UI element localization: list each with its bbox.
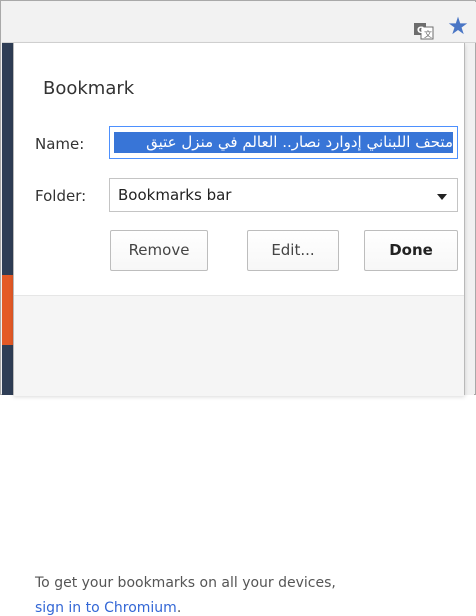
bookmark-editor: Bookmark Name: متحف اللبناني إدوارد نصار… [14, 43, 464, 295]
name-label: Name: [35, 135, 85, 153]
browser-toolbar: G 文 ★ [2, 2, 476, 43]
edit-button[interactable]: Edit... [247, 230, 339, 271]
name-field[interactable]: متحف اللبناني إدوارد نصار.. العالم في من… [109, 126, 458, 159]
sign-in-promo-text: To get your bookmarks on all your device… [35, 575, 336, 591]
remove-button[interactable]: Remove [110, 230, 208, 271]
done-button[interactable]: Done [364, 230, 458, 271]
name-field-value: متحف اللبناني إدوارد نصار.. العالم في من… [114, 132, 453, 153]
bookmark-bubble: Bookmark Name: متحف اللبناني إدوارد نصار… [13, 43, 465, 616]
sign-in-link-suffix: . [176, 600, 182, 616]
sign-in-link[interactable]: sign in to Chromium [35, 600, 177, 616]
sign-in-promo: To get your bookmarks on all your device… [14, 295, 464, 616]
translate-icon[interactable]: G 文 [413, 22, 435, 40]
folder-label: Folder: [35, 187, 87, 205]
page-background-right [464, 43, 474, 395]
folder-select-value: Bookmarks bar [118, 186, 232, 204]
chevron-down-icon [437, 194, 447, 200]
folder-select[interactable]: Bookmarks bar [109, 178, 458, 212]
browser-window: G 文 ★ Bookmark Name: متحف اللبناني إدوار… [0, 0, 476, 616]
sign-in-promo-line: sign in to Chromium. [35, 600, 181, 616]
bubble-title: Bookmark [43, 78, 135, 99]
star-icon[interactable]: ★ [445, 14, 471, 38]
svg-text:文: 文 [424, 29, 432, 39]
